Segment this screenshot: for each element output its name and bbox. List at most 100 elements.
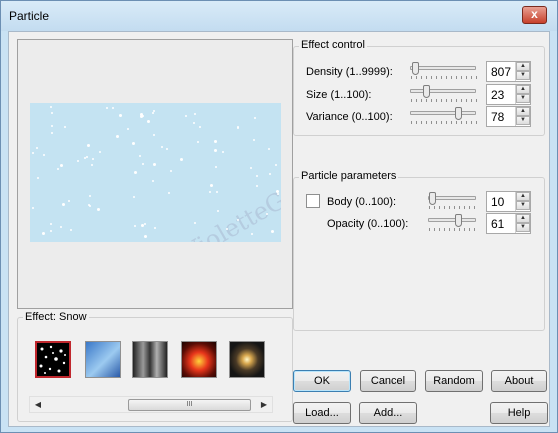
body-slider-ticks	[429, 206, 477, 209]
snow-flake	[35, 147, 38, 150]
dialog-client: VioletteGraphic Effect: Snow ◀ III ▶ Eff…	[8, 31, 550, 427]
snow-flake	[144, 235, 148, 239]
snow-flake	[216, 210, 219, 213]
density-value[interactable]: 807	[491, 65, 511, 79]
variance-up-icon[interactable]: ▲	[516, 107, 530, 116]
snow-flake	[216, 190, 219, 193]
snow-flake	[85, 156, 88, 159]
density-slider-track[interactable]	[410, 66, 476, 70]
variance-spinbox[interactable]: 78 ▲ ▼	[486, 106, 531, 127]
body-value[interactable]: 10	[491, 195, 504, 209]
particle-parameters-title: Particle parameters	[299, 170, 399, 182]
snow-flake	[42, 153, 45, 156]
snow-flake	[51, 125, 54, 128]
scroll-left-arrow-icon[interactable]: ◀	[32, 399, 44, 411]
snow-flake	[140, 223, 144, 227]
snow-flake	[214, 165, 217, 168]
snow-flake	[180, 158, 184, 162]
size-value[interactable]: 23	[491, 88, 504, 102]
size-spinbox[interactable]: 23 ▲ ▼	[486, 84, 531, 105]
variance-value[interactable]: 78	[491, 110, 504, 124]
snow-flake	[275, 164, 278, 167]
size-up-icon[interactable]: ▲	[516, 85, 530, 94]
effect-thumbnail-smoke[interactable]	[132, 341, 168, 378]
window-title: Particle	[9, 9, 50, 23]
particle-dialog: Particle x VioletteGraphic Effect: Snow	[0, 0, 558, 433]
snow-flake	[50, 105, 53, 108]
snow-flake	[32, 206, 35, 209]
density-up-icon[interactable]: ▲	[516, 62, 530, 71]
snow-flake	[87, 143, 91, 147]
body-down-icon[interactable]: ▼	[516, 201, 530, 210]
body-slider-thumb[interactable]	[429, 192, 436, 205]
effect-thumbnail-sparkle[interactable]	[229, 341, 265, 378]
density-spinbox[interactable]: 807 ▲ ▼	[486, 61, 531, 82]
opacity-value[interactable]: 61	[491, 217, 504, 231]
add-button[interactable]: Add...	[359, 402, 417, 424]
snow-flake	[49, 223, 52, 226]
preview-panel: VioletteGraphic	[17, 39, 293, 309]
random-button[interactable]: Random	[425, 370, 483, 392]
scroll-right-arrow-icon[interactable]: ▶	[258, 399, 270, 411]
snow-flake	[193, 113, 196, 116]
snow-flake	[37, 176, 40, 179]
opacity-slider-track[interactable]	[428, 218, 476, 222]
size-label: Size (1..100):	[306, 89, 372, 101]
effect-scrollbar[interactable]: ◀ III ▶	[29, 396, 273, 413]
snow-flake	[31, 152, 34, 155]
load-button[interactable]: Load...	[293, 402, 351, 424]
snow-flake	[254, 117, 257, 120]
density-down-icon[interactable]: ▼	[516, 71, 530, 80]
snow-flake	[132, 196, 135, 199]
preview-image: VioletteGraphic	[30, 103, 281, 242]
snow-flake	[265, 212, 268, 215]
about-button[interactable]: About	[491, 370, 547, 392]
opacity-down-icon[interactable]: ▼	[516, 223, 530, 232]
snow-flake	[133, 225, 136, 228]
snow-thumbnail-image	[39, 345, 66, 374]
effect-thumbnail-fire[interactable]	[181, 341, 217, 378]
title-bar: Particle x	[1, 1, 557, 31]
cancel-button[interactable]: Cancel	[360, 370, 416, 392]
snow-flake	[256, 185, 258, 188]
snow-flake	[208, 190, 211, 193]
density-slider-ticks	[411, 76, 477, 79]
opacity-spinbox[interactable]: 61 ▲ ▼	[486, 213, 531, 234]
variance-slider-thumb[interactable]	[455, 107, 462, 120]
body-spinbox[interactable]: 10 ▲ ▼	[486, 191, 531, 212]
opacity-up-icon[interactable]: ▲	[516, 214, 530, 223]
size-slider-track[interactable]	[410, 89, 476, 93]
opacity-label: Opacity (0..100):	[327, 218, 409, 230]
density-slider-thumb[interactable]	[412, 62, 419, 75]
snow-flake	[115, 134, 119, 138]
close-button[interactable]: x	[522, 6, 547, 24]
snow-flake	[92, 158, 95, 161]
opacity-slider-thumb[interactable]	[455, 214, 462, 227]
effect-thumbnail-sky[interactable]	[85, 341, 121, 378]
help-button[interactable]: Help	[490, 402, 548, 424]
effect-thumbnail-snow[interactable]	[35, 341, 71, 378]
snow-flake	[59, 226, 62, 229]
body-checkbox[interactable]	[306, 194, 320, 208]
variance-down-icon[interactable]: ▼	[516, 116, 530, 125]
snow-flake	[152, 134, 155, 137]
snow-flake	[166, 148, 169, 151]
snow-flake	[143, 222, 146, 225]
snow-flake	[194, 222, 197, 225]
body-up-icon[interactable]: ▲	[516, 192, 530, 201]
snow-flake	[169, 169, 172, 172]
snow-flake	[69, 229, 72, 232]
snow-flake	[236, 127, 239, 130]
snow-flake	[152, 179, 155, 182]
snow-flake	[213, 139, 217, 143]
snow-flake	[88, 195, 91, 198]
ok-button[interactable]: OK	[293, 370, 351, 392]
size-slider-thumb[interactable]	[423, 85, 430, 98]
snow-flake	[213, 149, 217, 153]
variance-slider-track[interactable]	[410, 111, 476, 115]
snow-flake	[185, 114, 188, 117]
scrollbar-thumb[interactable]: III	[128, 399, 251, 411]
snow-flake	[255, 175, 258, 178]
density-label: Density (1..9999):	[306, 66, 393, 78]
size-down-icon[interactable]: ▼	[516, 94, 530, 103]
